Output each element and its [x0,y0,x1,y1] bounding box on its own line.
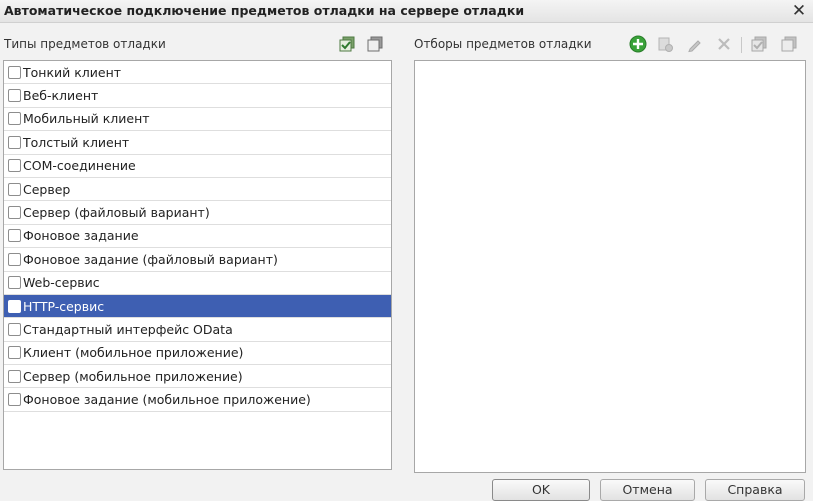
list-item[interactable]: HTTP-сервис [4,294,391,319]
list-item[interactable]: Фоновое задание (мобильное приложение) [4,388,391,412]
list-item[interactable]: Сервер (мобильное приложение) [4,365,391,389]
checkbox[interactable] [8,299,21,313]
list-item[interactable]: Фоновое задание (файловый вариант) [4,248,391,272]
list-item-label: Мобильный клиент [23,111,150,127]
checkbox[interactable] [8,252,21,266]
list-item[interactable]: Клиент (мобильное приложение) [4,342,391,366]
help-button[interactable]: Справка [705,479,805,501]
list-item[interactable]: Сервер [4,178,391,202]
list-item-label: Клиент (мобильное приложение) [23,345,244,361]
list-item[interactable]: Тонкий клиент [4,61,391,85]
checkbox[interactable] [8,89,21,103]
check-all-icon[interactable] [750,35,768,53]
debug-item-filters-label: Отборы предметов отладки [414,37,592,51]
list-item[interactable]: Фоновое задание [4,225,391,249]
checkbox[interactable] [8,112,21,126]
checkbox[interactable] [8,182,21,196]
list-item-label: Сервер [23,181,71,197]
title-bar: Автоматическое подключение предметов отл… [0,0,813,23]
list-item-label: Сервер (мобильное приложение) [23,368,243,384]
list-item-label: Тонкий клиент [23,64,122,80]
checkbox[interactable] [8,229,21,243]
checkbox[interactable] [8,135,21,149]
debug-item-types-list[interactable]: Тонкий клиент Веб-клиент Мобильный клиент Т… [3,60,392,470]
debug-item-types-label: Типы предметов отладки [4,37,166,51]
uncheck-all-icon[interactable] [366,35,384,53]
checkbox[interactable] [8,206,21,220]
edit-icon[interactable] [686,35,704,53]
checkbox[interactable] [8,65,21,79]
list-item-label: Стандартный интерфейс OData [23,321,233,337]
list-item[interactable]: Мобильный клиент [4,108,391,132]
list-item-label: Веб-клиент [23,88,99,104]
check-all-icon[interactable] [338,35,356,53]
cancel-button[interactable]: Отмена [600,479,695,501]
checkbox[interactable] [8,393,21,407]
list-item-label: HTTP-сервис [23,298,105,314]
window-title: Автоматическое подключение предметов отл… [4,3,525,18]
copy-icon[interactable] [656,35,674,53]
list-item-label: COM-соединение [23,158,136,174]
ok-button[interactable]: OK [492,479,590,501]
uncheck-all-icon[interactable] [780,35,798,53]
list-item[interactable]: Web-сервис [4,272,391,295]
checkbox[interactable] [8,346,21,360]
checkbox[interactable] [8,159,21,173]
list-item-label: Фоновое задание [23,228,139,244]
list-item[interactable]: Стандартный интерфейс OData [4,318,391,342]
list-item[interactable]: Веб-клиент [4,84,391,108]
list-item[interactable]: COM-соединение [4,155,391,178]
list-item[interactable]: Сервер (файловый вариант) [4,201,391,225]
list-item-label: Сервер (файловый вариант) [23,205,210,221]
checkbox[interactable] [8,369,21,383]
list-item-label: Фоновое задание (файловый вариант) [23,251,278,267]
debug-item-filters-list[interactable] [414,60,806,473]
list-item[interactable]: Толстый клиент [4,131,391,155]
delete-icon[interactable] [715,35,733,53]
checkbox[interactable] [8,276,21,290]
checkbox[interactable] [8,322,21,336]
list-item-label: Фоновое задание (мобильное приложение) [23,392,311,408]
add-icon[interactable] [629,35,647,53]
close-button[interactable]: ✕ [789,0,809,22]
toolbar-separator [741,37,742,53]
list-item-label: Web-сервис [23,275,100,291]
list-item-label: Толстый клиент [23,134,130,150]
